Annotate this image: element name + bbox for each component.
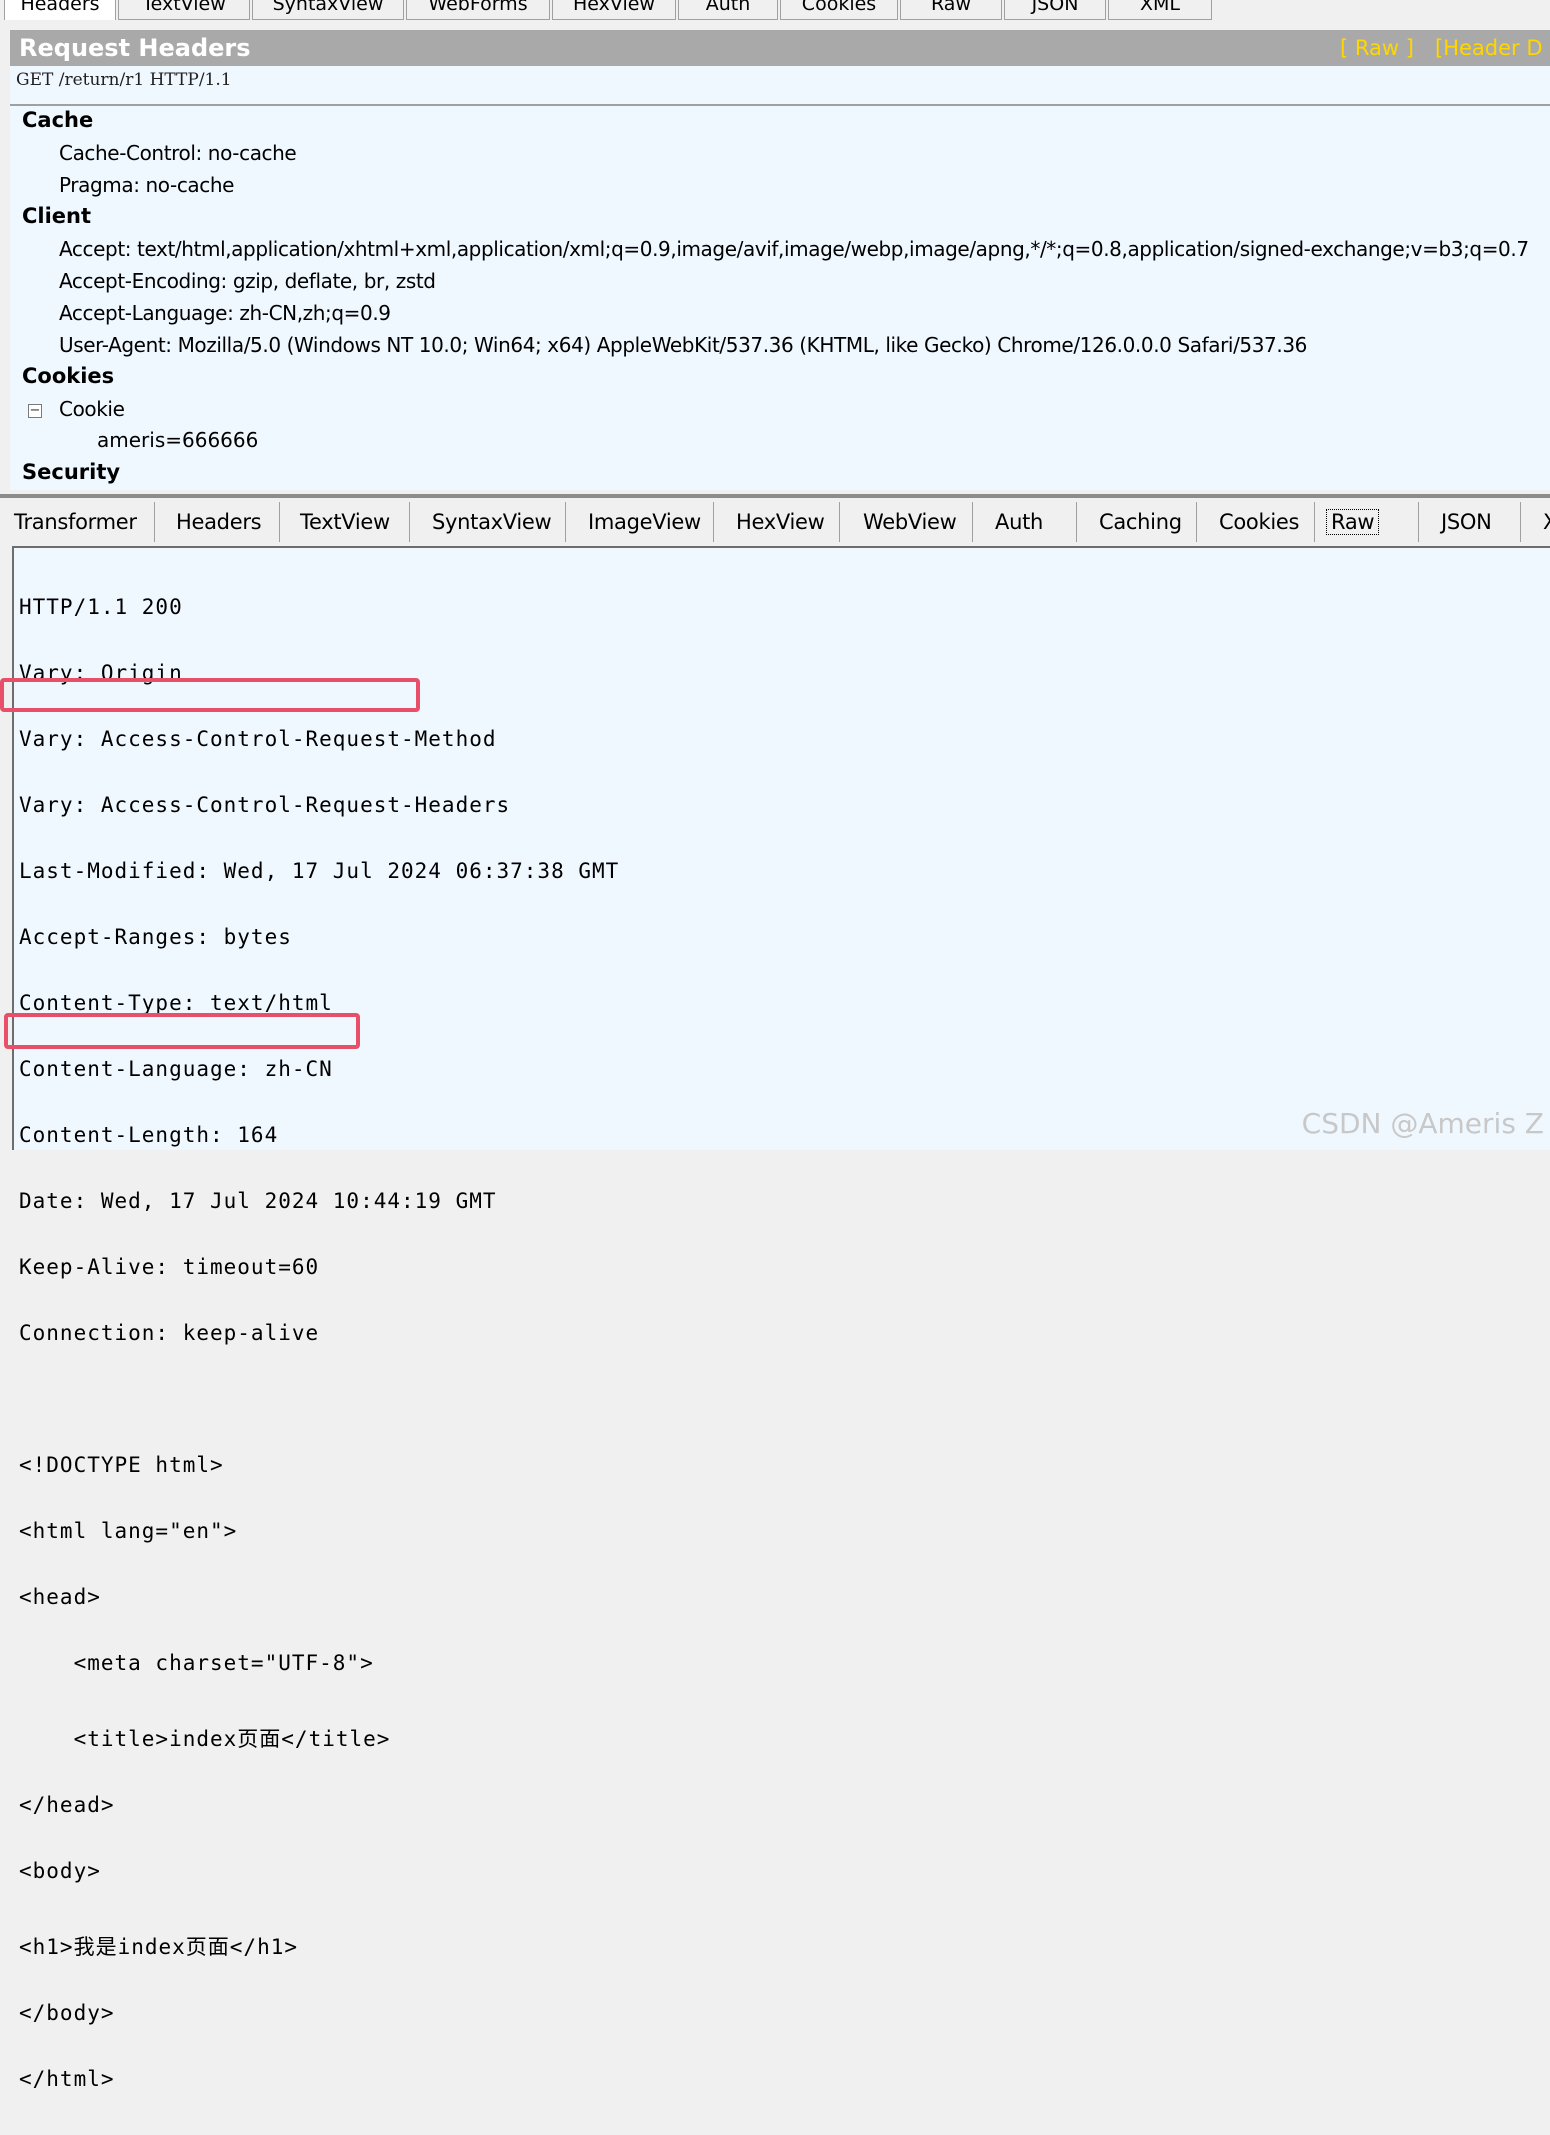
top-tab-strip: Headers TextView SyntaxView WebForms Hex… <box>0 0 1550 22</box>
request-headers-title: Request Headers <box>19 34 251 62</box>
response-tab-strip: Transformer Headers TextView SyntaxView … <box>0 498 1550 544</box>
raw-response-view[interactable]: HTTP/1.1 200 Vary: Origin Vary: Access-C… <box>12 546 1550 2090</box>
raw-line: Vary: Access-Control-Request-Method <box>19 727 497 751</box>
raw-line: <html lang="en"> <box>19 1519 238 1543</box>
header-accept-encoding: Accept-Encoding: gzip, deflate, br, zstd <box>59 269 436 293</box>
highlight-content-type <box>0 678 420 712</box>
tab-textview[interactable]: TextView <box>118 0 250 20</box>
raw-line: </html> <box>19 2067 115 2091</box>
raw-line: Vary: Access-Control-Request-Headers <box>19 793 511 817</box>
tab-xml[interactable]: X <box>1529 502 1550 542</box>
raw-line: </head> <box>19 1793 115 1817</box>
tab-syntaxview[interactable]: SyntaxView <box>252 0 404 20</box>
watermark: CSDN @Ameris Z <box>1301 1107 1544 1140</box>
raw-line: Date: Wed, 17 Jul 2024 10:44:19 GMT <box>19 1189 497 1213</box>
collapse-icon[interactable]: − <box>28 404 42 418</box>
header-accept-language: Accept-Language: zh-CN,zh;q=0.9 <box>59 301 391 325</box>
raw-line: Content-Language: zh-CN <box>19 1057 333 1081</box>
tab-raw[interactable]: Raw <box>1321 502 1419 542</box>
tab-raw-label: Raw <box>1325 509 1380 535</box>
raw-response-text[interactable]: HTTP/1.1 200 Vary: Origin Vary: Access-C… <box>19 552 619 2134</box>
header-pragma: Pragma: no-cache <box>59 173 235 197</box>
raw-line: <body> <box>19 1859 101 1883</box>
raw-line: <title>index页面</title> <box>19 1727 391 1751</box>
tab-raw[interactable]: Raw <box>900 0 1002 20</box>
group-cache: Cache <box>22 108 94 132</box>
raw-line: <!DOCTYPE html> <box>19 1453 224 1477</box>
raw-line <box>19 1388 619 1410</box>
tab-textview[interactable]: TextView <box>286 502 410 542</box>
header-definitions-link[interactable]: [Header D <box>1435 30 1543 66</box>
header-user-agent: User-Agent: Mozilla/5.0 (Windows NT 10.0… <box>59 333 1307 357</box>
tab-hexview[interactable]: HexView <box>552 0 676 20</box>
raw-line: HTTP/1.1 200 <box>19 595 183 619</box>
tab-xml[interactable]: XML <box>1108 0 1212 20</box>
raw-line: Connection: keep-alive <box>19 1321 320 1345</box>
tab-headers[interactable]: Headers <box>162 502 280 542</box>
highlight-h1 <box>4 1013 360 1049</box>
group-security: Security <box>22 460 121 484</box>
tab-imageview[interactable]: ImageView <box>574 502 714 542</box>
raw-line: Accept-Ranges: bytes <box>19 925 292 949</box>
tab-json[interactable]: JSON <box>1427 502 1521 542</box>
tab-hexview[interactable]: HexView <box>722 502 840 542</box>
tab-headers[interactable]: Headers <box>4 0 116 20</box>
tab-json[interactable]: JSON <box>1004 0 1106 20</box>
group-cookies: Cookies <box>22 364 115 388</box>
raw-line: Content-Length: 164 <box>19 1123 279 1147</box>
raw-line: <meta charset="UTF-8"> <box>19 1651 374 1675</box>
tab-webforms[interactable]: WebForms <box>406 0 550 20</box>
tab-cookies[interactable]: Cookies <box>1205 502 1315 542</box>
group-client: Client <box>22 204 92 228</box>
tab-auth[interactable]: Auth <box>981 502 1077 542</box>
header-accept: Accept: text/html,application/xhtml+xml,… <box>59 237 1529 261</box>
cookie-node[interactable]: Cookie <box>59 397 125 421</box>
tab-webview[interactable]: WebView <box>849 502 973 542</box>
tab-cookies[interactable]: Cookies <box>780 0 898 20</box>
tab-auth[interactable]: Auth <box>678 0 778 20</box>
raw-line-h1: <h1>我是index页面</h1> <box>19 1935 299 1959</box>
request-headers-panel: Request Headers [ Raw ] [Header D GET /r… <box>10 30 1550 490</box>
request-headers-title-bar: Request Headers [ Raw ] [Header D <box>10 30 1550 66</box>
raw-line: </body> <box>19 2001 115 2025</box>
cookie-value: ameris=666666 <box>97 428 259 452</box>
raw-line: Last-Modified: Wed, 17 Jul 2024 06:37:38… <box>19 859 620 883</box>
raw-line-content-type: Content-Type: text/html <box>19 991 333 1015</box>
raw-link[interactable]: [ Raw ] <box>1340 30 1414 66</box>
divider <box>10 104 1550 106</box>
raw-line: Keep-Alive: timeout=60 <box>19 1255 320 1279</box>
tab-caching[interactable]: Caching <box>1085 502 1197 542</box>
tab-transformer[interactable]: Transformer <box>0 502 155 542</box>
header-cache-control: Cache-Control: no-cache <box>59 141 297 165</box>
raw-line: <head> <box>19 1585 101 1609</box>
tab-syntaxview[interactable]: SyntaxView <box>418 502 566 542</box>
request-line: GET /return/r1 HTTP/1.1 <box>16 70 232 90</box>
